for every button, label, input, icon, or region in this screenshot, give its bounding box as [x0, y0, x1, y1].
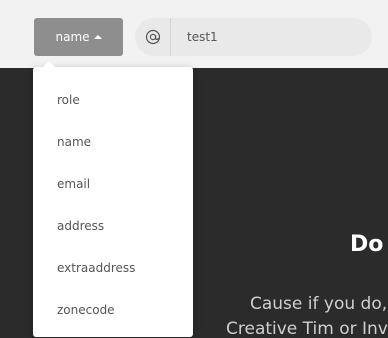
hero-title: Do: [350, 232, 384, 257]
menu-item-zonecode[interactable]: zonecode: [33, 295, 193, 325]
top-toolbar: name: [0, 0, 388, 68]
dropdown-menu: role name email address extraaddress zon…: [33, 61, 193, 337]
hero-text-line-1: Cause if you do,: [250, 294, 388, 314]
hero-text-line-2: Creative Tim or Inv: [226, 319, 388, 338]
caret-up-icon: [93, 35, 102, 39]
menu-item-role[interactable]: role: [33, 85, 193, 115]
menu-item-extraaddress[interactable]: extraaddress: [33, 253, 193, 283]
menu-item-email[interactable]: email: [33, 169, 193, 199]
search-input[interactable]: [171, 18, 372, 56]
field-select-dropdown[interactable]: name: [34, 18, 123, 56]
menu-arrow: [43, 61, 55, 67]
dropdown-label: name: [55, 30, 90, 44]
menu-item-address[interactable]: address: [33, 211, 193, 241]
search-field: [135, 18, 372, 56]
at-sign-icon: [135, 18, 171, 56]
menu-item-name[interactable]: name: [33, 127, 193, 157]
